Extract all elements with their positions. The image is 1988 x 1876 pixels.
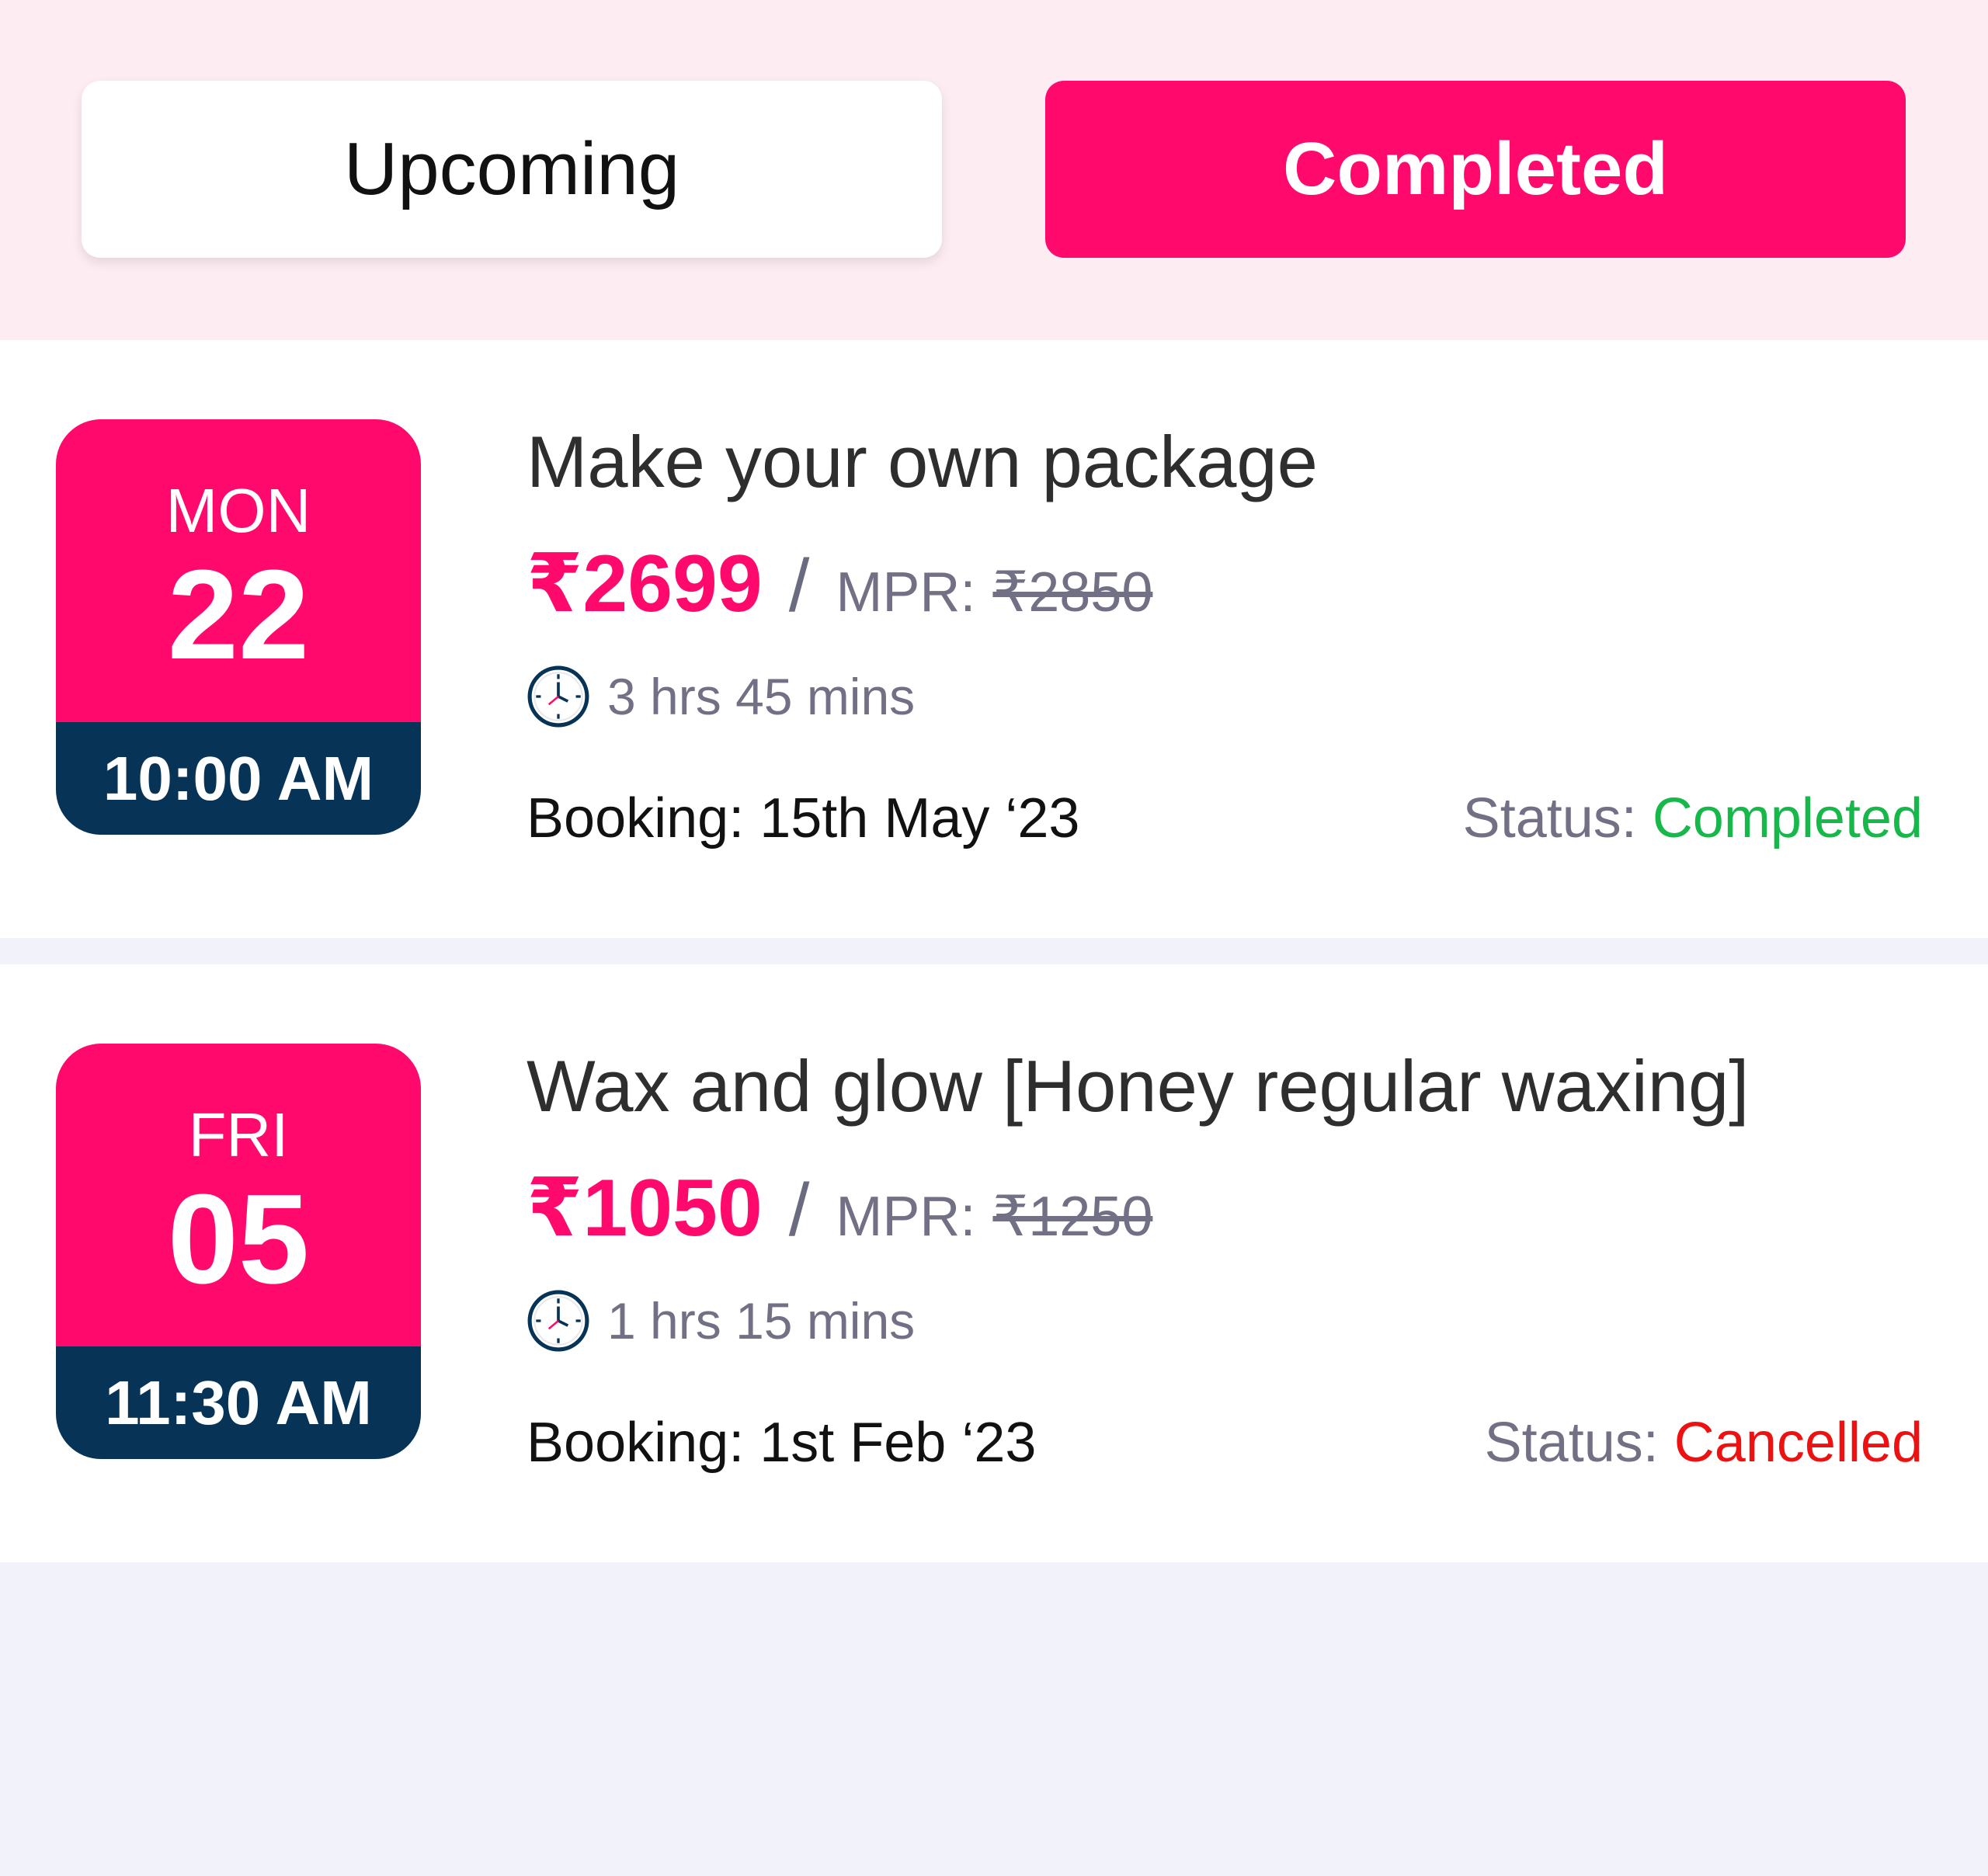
status-value: Completed — [1652, 787, 1923, 849]
booking-status: Status: Completed — [1463, 790, 1923, 846]
date-badge: MON 22 10:00 AM — [56, 419, 421, 835]
booking-card[interactable]: MON 22 10:00 AM Make your own package ₹2… — [0, 340, 1988, 938]
mpr-label: MPR: — [836, 561, 976, 624]
status-value: Cancelled — [1673, 1412, 1923, 1474]
mpr-price: ₹2850 — [992, 561, 1153, 624]
tab-upcoming[interactable]: Upcoming — [82, 81, 942, 258]
tab-completed[interactable]: Completed — [1045, 81, 1906, 258]
booking-day: 05 — [167, 1168, 310, 1310]
date-badge-top: MON 22 — [56, 419, 421, 722]
booking-date: Booking: 15th May ‘23 — [527, 787, 1080, 849]
price-separator: / — [788, 1169, 810, 1252]
booking-time: 11:30 AM — [56, 1346, 421, 1459]
status-label: Status: — [1484, 1412, 1659, 1474]
price-row: ₹1050 / MPR: ₹1250 — [527, 1168, 1152, 1249]
booking-weekday: FRI — [188, 1100, 289, 1169]
booking-weekday: MON — [165, 476, 311, 545]
date-badge-top: FRI 05 — [56, 1044, 421, 1346]
booking-time: 10:00 AM — [56, 722, 421, 835]
status-label: Status: — [1462, 787, 1637, 849]
duration-row: 1 hrs 15 mins — [527, 1289, 915, 1353]
booking-card[interactable]: FRI 05 11:30 AM Wax and glow [Honey regu… — [0, 964, 1988, 1562]
service-price: ₹2699 — [527, 539, 763, 629]
duration-row: 3 hrs 45 mins — [527, 665, 915, 728]
price-separator: / — [788, 544, 810, 627]
booking-date: Booking: 1st Feb ‘23 — [527, 1412, 1037, 1474]
clock-icon — [527, 665, 589, 728]
service-duration: 3 hrs 45 mins — [607, 668, 916, 725]
mpr-label: MPR: — [836, 1186, 976, 1248]
service-duration: 1 hrs 15 mins — [607, 1292, 916, 1350]
clock-icon — [527, 1290, 589, 1352]
service-title: Make your own package — [527, 421, 1318, 502]
price-row: ₹2699 / MPR: ₹2850 — [527, 544, 1152, 624]
booking-tabs-bar: Upcoming Completed — [0, 0, 1988, 340]
mpr-price: ₹1250 — [992, 1186, 1153, 1248]
booking-day: 22 — [167, 544, 310, 686]
service-title: Wax and glow [Honey regular waxing] — [527, 1045, 1750, 1127]
date-badge: FRI 05 11:30 AM — [56, 1044, 421, 1459]
booking-status: Status: Cancelled — [1485, 1415, 1923, 1471]
service-price: ₹1050 — [527, 1163, 763, 1253]
